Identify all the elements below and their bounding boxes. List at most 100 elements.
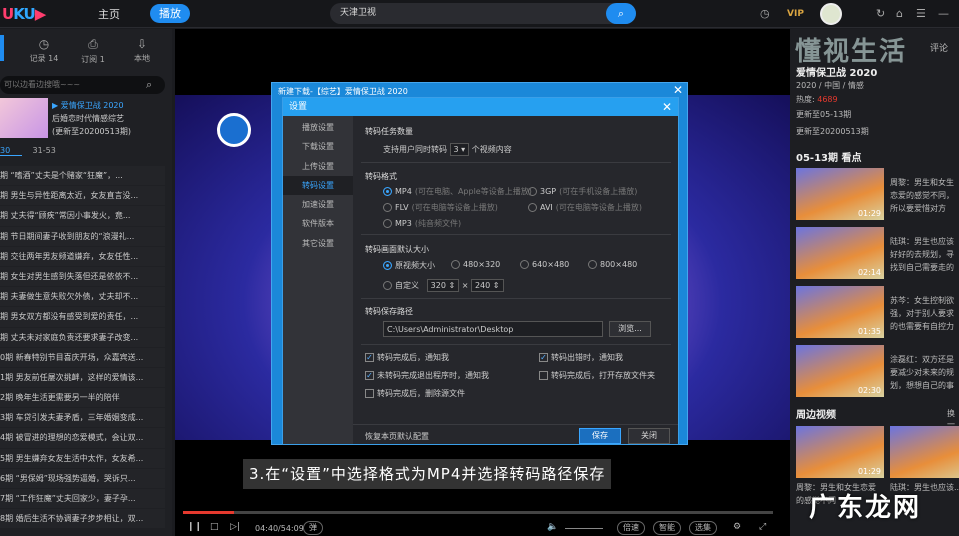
checkbox[interactable] xyxy=(539,371,548,380)
settings-menu-item[interactable]: 播放设置 xyxy=(283,118,353,137)
episode-item[interactable]: 0期 新春特别节目喜庆开场，众嘉宾送... xyxy=(0,347,165,367)
volume-slider[interactable] xyxy=(565,528,603,529)
notify-checkbox[interactable]: ✓ 转码出错时，通知我 xyxy=(539,352,623,363)
episode-item[interactable]: 期 女生对男生感到失落但还是依依不... xyxy=(0,266,165,287)
highlight-thumbnail[interactable]: 02:30 xyxy=(796,345,884,397)
restore-defaults-link[interactable]: 恢复本页默认配置 xyxy=(365,431,429,442)
close-icon[interactable]: ✕ xyxy=(673,83,683,97)
highlight-thumbnail[interactable]: 02:14 xyxy=(796,227,884,279)
search-button[interactable]: ⌕ xyxy=(606,3,636,24)
episode-item[interactable]: 期 交往两年男友频道嫌弃，女友任性... xyxy=(0,246,165,266)
tab-subscribe[interactable]: ⎙ 订阅 1 xyxy=(73,37,113,65)
left-search-input[interactable]: 可以边看边搜哦~~~ xyxy=(0,76,165,94)
show-thumbnail[interactable] xyxy=(0,98,48,138)
radio[interactable] xyxy=(383,187,392,196)
ep-tab-2[interactable]: 31-53 xyxy=(25,146,64,155)
checkbox[interactable]: ✓ xyxy=(539,353,548,362)
episode-item[interactable]: 8期 婚后生活不协调妻子步步相让，双... xyxy=(0,509,165,529)
nav-play[interactable]: 播放 xyxy=(150,4,190,23)
vip-badge[interactable]: VIP xyxy=(787,9,804,19)
episodes-button[interactable]: 选集 xyxy=(689,521,717,535)
highlight-text[interactable]: 周黎：男生和女生恋爱的感觉不同，所以要爱惜对方 xyxy=(890,176,959,216)
settings-menu-item[interactable]: 上传设置 xyxy=(283,157,353,176)
radio[interactable] xyxy=(528,187,537,196)
save-path-input[interactable]: C:\Users\Administrator\Desktop xyxy=(383,321,603,337)
format-option[interactable]: 3GP (可在手机设备上播放) xyxy=(528,186,637,197)
show-title[interactable]: ▶ 爱情保卫战 2020 xyxy=(52,99,131,112)
episode-item[interactable]: 1期 男友前任屡次挑衅，这样的爱情该... xyxy=(0,367,165,388)
nav-home[interactable]: 主页 xyxy=(98,6,120,22)
radio[interactable] xyxy=(383,261,392,270)
size-option[interactable]: 原视频大小 xyxy=(383,260,435,271)
episode-item[interactable]: 期 夫妻做生意失败欠外债，丈夫却不... xyxy=(0,287,165,307)
close-icon[interactable]: ✕ xyxy=(662,100,672,114)
nearby-thumbnail[interactable]: 01:29 xyxy=(796,426,884,478)
highlight-text[interactable]: 涂磊红：双方还是要减少对未来的规划，想想自己的事业 xyxy=(890,353,959,393)
task-count-select[interactable]: 3 ▾ xyxy=(449,143,470,156)
episode-item[interactable]: 期 丈夫未对家庭负责还要求妻子改变... xyxy=(0,327,165,347)
settings-menu-item[interactable]: 下载设置 xyxy=(283,137,353,156)
radio[interactable] xyxy=(383,281,392,290)
highlight-text[interactable]: 陆琪：男生也应该好好的去规划，寻找到自己需要走的路 xyxy=(890,235,959,275)
close-button[interactable]: 关闭 xyxy=(628,428,670,444)
refresh-icon[interactable]: ↻ xyxy=(876,7,885,20)
size-option[interactable]: 640×480 xyxy=(520,260,569,269)
size-option[interactable]: 480×320 xyxy=(451,260,500,269)
notify-checkbox[interactable]: ✓ 转码完成后，通知我 xyxy=(365,352,449,363)
custom-height-input[interactable]: 240 ⇕ xyxy=(470,279,504,292)
volume-icon[interactable]: 🔈 xyxy=(547,522,558,532)
highlight-text[interactable]: 苏芩：女生控制欲强，对于别人要求的也需要有自控力 xyxy=(890,294,959,334)
highlight-thumbnail[interactable]: 01:29 xyxy=(796,168,884,220)
custom-width-input[interactable]: 320 ⇕ xyxy=(426,279,460,292)
danmu-button[interactable]: 弹 xyxy=(303,521,323,535)
youku-logo[interactable]: UKU▶ xyxy=(2,5,46,23)
episode-item[interactable]: 3期 车贷引发夫妻矛盾，三年婚姻变成... xyxy=(0,408,165,428)
checkbox[interactable]: ✓ xyxy=(365,353,374,362)
settings-menu-item[interactable]: 转码设置 xyxy=(283,175,353,196)
progress-bar[interactable] xyxy=(183,511,773,514)
pause-icon[interactable]: ❙❙ xyxy=(187,522,202,532)
episode-item[interactable]: 期 丈夫得“顾疾”常因小事发火，竟... xyxy=(0,206,165,226)
settings-menu-item[interactable]: 软件版本 xyxy=(283,214,353,233)
size-custom[interactable]: 自定义 320 ⇕ × 240 ⇕ xyxy=(383,279,504,292)
skin-icon[interactable]: ⌂ xyxy=(896,7,903,20)
avatar[interactable] xyxy=(820,3,842,25)
checkbox[interactable]: ✓ xyxy=(365,371,374,380)
stop-icon[interactable]: □ xyxy=(210,522,219,532)
fullscreen-icon[interactable]: ⤢ xyxy=(759,522,766,532)
episode-item[interactable]: 5期 男生嫌弃女友生活中太作，女友希... xyxy=(0,448,165,468)
episode-item[interactable]: 2期 晚年生活更需要另一半的陪伴 xyxy=(0,388,165,408)
radio[interactable] xyxy=(383,203,392,212)
search-icon[interactable]: ⌕ xyxy=(146,78,152,92)
settings-menu-item[interactable]: 加速设置 xyxy=(283,195,353,214)
episode-item[interactable]: 期 男女双方都没有感受到爱的责任，... xyxy=(0,307,165,327)
notify-checkbox[interactable]: 转码完成后，打开存放文件夹 xyxy=(539,370,655,381)
checkbox[interactable] xyxy=(365,389,374,398)
minimize-icon[interactable]: — xyxy=(938,7,949,20)
format-option[interactable]: MP3 (纯音频文件) xyxy=(383,218,461,229)
radio[interactable] xyxy=(383,219,392,228)
episode-item[interactable]: 4期 被冒进的理想的恋爱模式，会让双... xyxy=(0,428,165,448)
format-option[interactable]: MP4 (可在电脑、Apple等设备上播放) xyxy=(383,186,532,197)
format-option[interactable]: AVI (可在电脑等设备上播放) xyxy=(528,202,642,213)
episode-item[interactable]: 期 “嗜酒”丈夫是个赌家“狂魔”，... xyxy=(0,166,165,186)
settings-icon[interactable]: ⚙ xyxy=(733,522,741,532)
notify-checkbox[interactable]: ✓ 未转码完成退出程序时，通知我 xyxy=(365,370,489,381)
radio[interactable] xyxy=(528,203,537,212)
radio[interactable] xyxy=(520,260,529,269)
episode-item[interactable]: 期 节日期间妻子收到朋友的“浪漫礼... xyxy=(0,226,165,246)
tab-comments[interactable]: 评论 xyxy=(930,41,948,54)
radio[interactable] xyxy=(451,260,460,269)
nearby-thumbnail[interactable] xyxy=(890,426,959,478)
format-option[interactable]: FLV (可在电脑等设备上播放) xyxy=(383,202,498,213)
speed-button[interactable]: 倍速 xyxy=(617,521,645,535)
next-icon[interactable]: ▷| xyxy=(230,522,240,532)
episode-item[interactable]: 期 男生与异性距离太近，女友直言没... xyxy=(0,186,165,206)
settings-menu-item[interactable]: 其它设置 xyxy=(283,234,353,253)
size-option[interactable]: 800×480 xyxy=(588,260,637,269)
menu-icon[interactable]: ☰ xyxy=(916,7,926,20)
episode-item[interactable]: 6期 “男保姆”现场强势逼婚，哭诉只... xyxy=(0,468,165,488)
ep-tab-1[interactable]: 30 xyxy=(0,146,22,156)
save-button[interactable]: 保存 xyxy=(579,428,621,444)
radio[interactable] xyxy=(588,260,597,269)
